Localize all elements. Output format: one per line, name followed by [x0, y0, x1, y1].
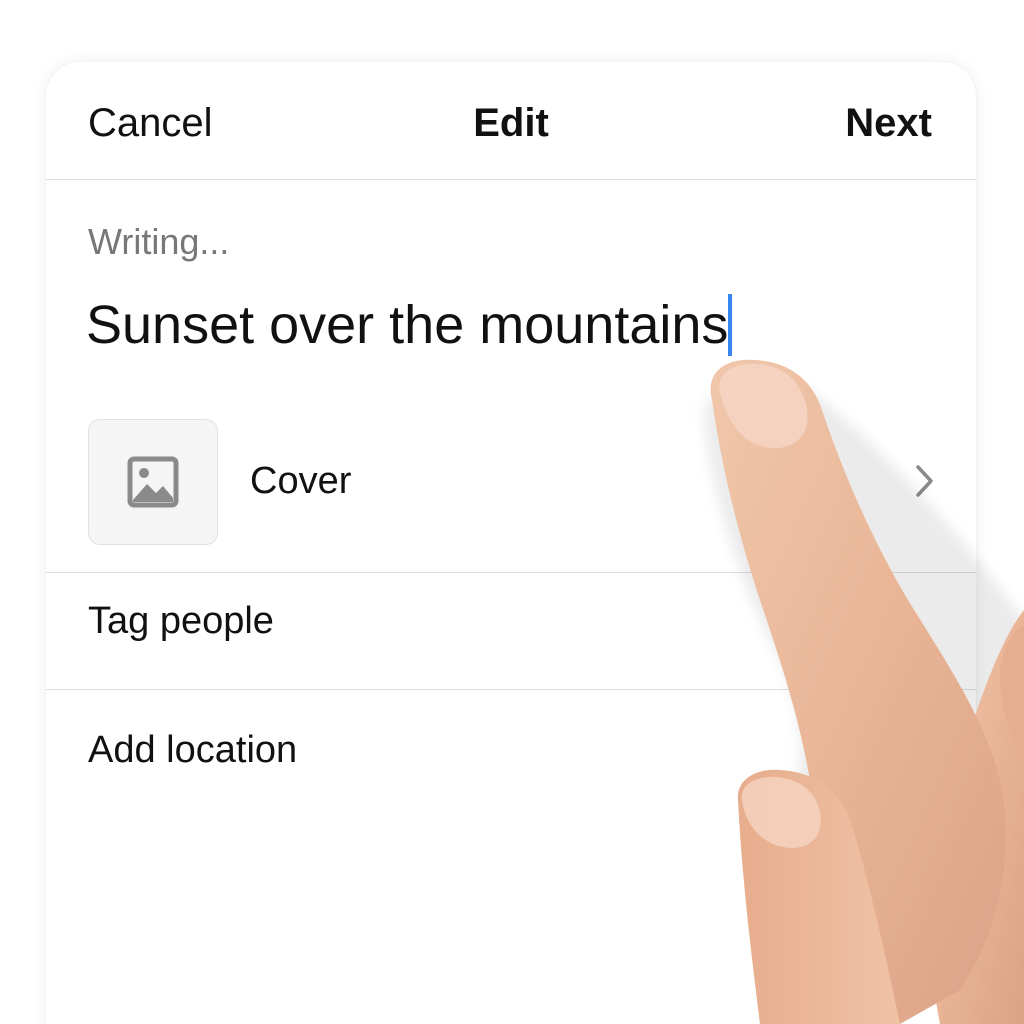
- image-icon: [127, 456, 179, 508]
- caption-text: Sunset over the mountains: [86, 295, 729, 355]
- cover-row[interactable]: Cover: [46, 417, 976, 573]
- navigation-bar: Cancel Edit Next: [46, 62, 976, 180]
- edit-post-sheet: Cancel Edit Next Writing... Sunset over …: [46, 62, 976, 1024]
- cover-thumbnail[interactable]: [88, 419, 218, 545]
- tag-people-row[interactable]: Tag people: [46, 573, 976, 690]
- text-cursor: [728, 294, 733, 356]
- screen: Cancel Edit Next Writing... Sunset over …: [0, 0, 1024, 1024]
- next-button[interactable]: Next: [845, 100, 932, 146]
- add-location-label: Add location: [88, 729, 298, 771]
- caption-input[interactable]: Sunset over the mountains: [86, 294, 733, 356]
- tag-people-label: Tag people: [88, 600, 274, 642]
- writing-status: Writing...: [88, 221, 230, 262]
- cover-label: Cover: [250, 460, 352, 502]
- add-location-row[interactable]: Add location: [46, 690, 976, 806]
- page-title: Edit: [473, 101, 549, 145]
- chevron-right-icon: [916, 465, 933, 497]
